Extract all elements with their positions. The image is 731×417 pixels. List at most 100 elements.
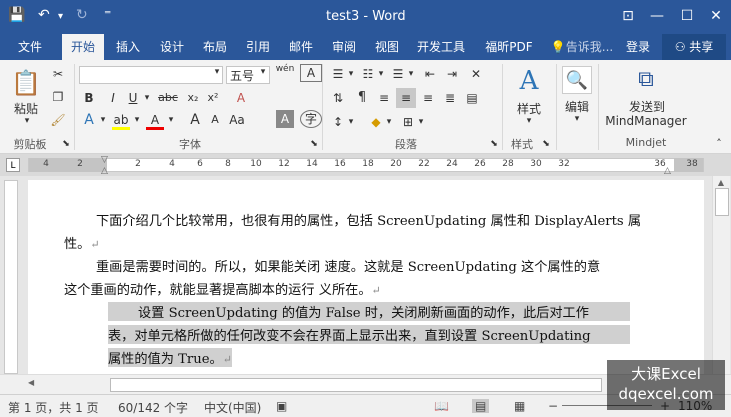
borders-icon[interactable]: ⊞ [398, 112, 418, 132]
change-case-icon[interactable]: Aa [226, 110, 248, 130]
undo-icon[interactable]: ↶ [38, 7, 50, 23]
format-painter-icon[interactable]: 🖌 [48, 110, 68, 130]
right-indent-marker[interactable]: △ [664, 166, 671, 176]
tab-insert[interactable]: 插入 [108, 34, 148, 60]
editing-button[interactable]: 编辑 [562, 98, 592, 115]
font-name-combo[interactable] [79, 66, 223, 84]
vertical-scrollbar[interactable]: ▲ [712, 176, 730, 374]
shrink-font-icon[interactable]: A [206, 110, 224, 130]
tab-file[interactable]: 文件 [8, 34, 52, 60]
styles-icon[interactable]: A [510, 66, 548, 96]
save-icon[interactable]: 💾 [8, 7, 25, 23]
text-line[interactable]: 下面介绍几个比较常用，也很有用的属性，包括 ScreenUpdating 属性和… [96, 210, 641, 229]
tab-foxit-pdf[interactable]: 福昕PDF [478, 34, 540, 60]
numbering-dropdown-icon[interactable]: ▾ [376, 64, 386, 84]
paste-dropdown-icon[interactable]: ▾ [22, 116, 32, 126]
macro-record-icon[interactable]: ▣ [276, 399, 287, 413]
tell-me-search[interactable]: 💡告诉我... [548, 34, 616, 60]
scroll-left-icon[interactable]: ◀ [28, 378, 34, 387]
editing-dropdown-icon[interactable]: ▾ [572, 114, 582, 124]
paragraph-launcher-icon[interactable]: ⬊ [488, 134, 500, 154]
paste-icon[interactable]: 📋 [10, 68, 42, 98]
paste-button[interactable]: 粘贴 [6, 100, 46, 117]
selected-text-line[interactable]: 表，对单元格所做的任何改变不会在界面上显示出来，直到设置 ScreenUpdat… [108, 325, 630, 344]
chinese-layout-icon[interactable]: ✕ [466, 64, 486, 84]
tab-mailings[interactable]: 邮件 [281, 34, 321, 60]
print-layout-icon[interactable]: ▤ [472, 399, 490, 413]
tab-design[interactable]: 设计 [152, 34, 192, 60]
distributed-icon[interactable]: ▤ [462, 88, 482, 108]
cut-icon[interactable]: ✂ [48, 64, 68, 84]
horizontal-ruler[interactable]: L 4 2 2 4 6 8 10 12 14 16 18 20 22 24 26… [0, 154, 731, 176]
font-color-icon[interactable]: A [146, 110, 164, 130]
underline-icon[interactable]: U [124, 88, 142, 108]
underline-dropdown-icon[interactable]: ▾ [142, 88, 152, 108]
send-to-mindmanager-line2[interactable]: MindManager [600, 114, 692, 128]
enclosed-character-icon[interactable]: 字 [300, 110, 322, 128]
align-right-icon[interactable]: ≡ [418, 88, 438, 108]
clear-formatting-icon[interactable]: A [230, 88, 252, 108]
highlight-icon[interactable]: ab [112, 110, 130, 130]
mindmanager-icon[interactable]: ⧉ [630, 64, 662, 96]
selected-text-line[interactable]: 属性的值为 True。↵ [108, 348, 232, 367]
increase-indent-icon[interactable]: ⇥ [442, 64, 462, 84]
redo-icon[interactable]: ↻ [76, 7, 88, 23]
find-icon[interactable]: 🔍 [562, 66, 592, 94]
align-left-icon[interactable]: ≡ [374, 88, 394, 108]
read-mode-icon[interactable]: 📖 [434, 399, 449, 413]
text-effects-dropdown-icon[interactable]: ▾ [98, 110, 108, 130]
tab-home[interactable]: 开始 [62, 34, 104, 60]
multilevel-list-icon[interactable]: ☰ [388, 64, 408, 84]
superscript-icon[interactable]: x² [204, 88, 222, 108]
tab-view[interactable]: 视图 [367, 34, 407, 60]
text-effects-icon[interactable]: A [80, 110, 98, 130]
web-layout-icon[interactable]: ▦ [514, 399, 525, 413]
justify-icon[interactable]: ≣ [440, 88, 460, 108]
tab-layout[interactable]: 布局 [195, 34, 235, 60]
sort-icon[interactable]: ⇅ [328, 88, 348, 108]
tab-review[interactable]: 审阅 [324, 34, 364, 60]
subscript-icon[interactable]: x₂ [184, 88, 202, 108]
highlight-dropdown-icon[interactable]: ▾ [132, 110, 142, 130]
maximize-button[interactable]: ☐ [675, 5, 699, 27]
horizontal-scroll-thumb[interactable] [110, 378, 602, 392]
styles-dropdown-icon[interactable]: ▾ [524, 116, 534, 126]
font-color-dropdown-icon[interactable]: ▾ [166, 110, 176, 130]
show-formatting-icon[interactable]: ¶ [352, 88, 372, 108]
language[interactable]: 中文(中国) [204, 399, 261, 416]
word-count[interactable]: 60/142 个字 [118, 399, 188, 416]
hanging-indent-marker[interactable]: △ [101, 166, 108, 176]
styles-launcher-icon[interactable]: ⬊ [540, 134, 552, 154]
text-line[interactable]: 重画是需要时间的。所以，如果能关闭 速度。这就是 ScreenUpdating … [96, 256, 600, 275]
close-button[interactable]: ✕ [704, 5, 728, 27]
clipboard-launcher-icon[interactable]: ⬊ [60, 134, 72, 154]
undo-dropdown-icon[interactable]: ▾ [58, 11, 63, 22]
vertical-ruler[interactable] [4, 180, 18, 374]
shading-dropdown-icon[interactable]: ▾ [384, 112, 394, 132]
phonetic-guide-icon[interactable]: wén [274, 64, 296, 84]
customize-qat-icon[interactable]: ⁼ [104, 7, 111, 23]
font-name-dropdown-icon[interactable]: ▾ [212, 67, 222, 77]
styles-button[interactable]: 样式 [510, 100, 548, 117]
selected-text-line[interactable]: 设置 ScreenUpdating 的值为 False 时，关闭刷新画面的动作，… [108, 302, 630, 321]
font-launcher-icon[interactable]: ⬊ [308, 134, 320, 154]
line-spacing-dropdown-icon[interactable]: ▾ [346, 112, 356, 132]
strikethrough-icon[interactable]: abc [156, 88, 180, 108]
text-line[interactable]: 这个重画的动作，就能显著提高脚本的运行 义所在。↵ [64, 279, 381, 298]
zoom-out-icon[interactable]: − [548, 399, 558, 413]
text-line[interactable]: 性。↵ [64, 233, 100, 252]
bold-icon[interactable]: B [80, 88, 98, 108]
vertical-scroll-thumb[interactable] [715, 188, 729, 216]
numbering-icon[interactable]: ☷ [358, 64, 378, 84]
borders-dropdown-icon[interactable]: ▾ [416, 112, 426, 132]
align-center-icon[interactable]: ≡ [396, 88, 416, 108]
bullets-dropdown-icon[interactable]: ▾ [346, 64, 356, 84]
character-border-icon[interactable]: A [300, 64, 322, 82]
first-line-indent-marker[interactable]: ▽ [101, 155, 108, 165]
login-link[interactable]: 登录 [620, 34, 656, 60]
decrease-indent-icon[interactable]: ⇤ [420, 64, 440, 84]
tab-references[interactable]: 引用 [238, 34, 278, 60]
collapse-ribbon-icon[interactable]: ˄ [712, 134, 726, 154]
grow-font-icon[interactable]: A [186, 110, 204, 130]
copy-icon[interactable]: ❐ [48, 87, 68, 107]
